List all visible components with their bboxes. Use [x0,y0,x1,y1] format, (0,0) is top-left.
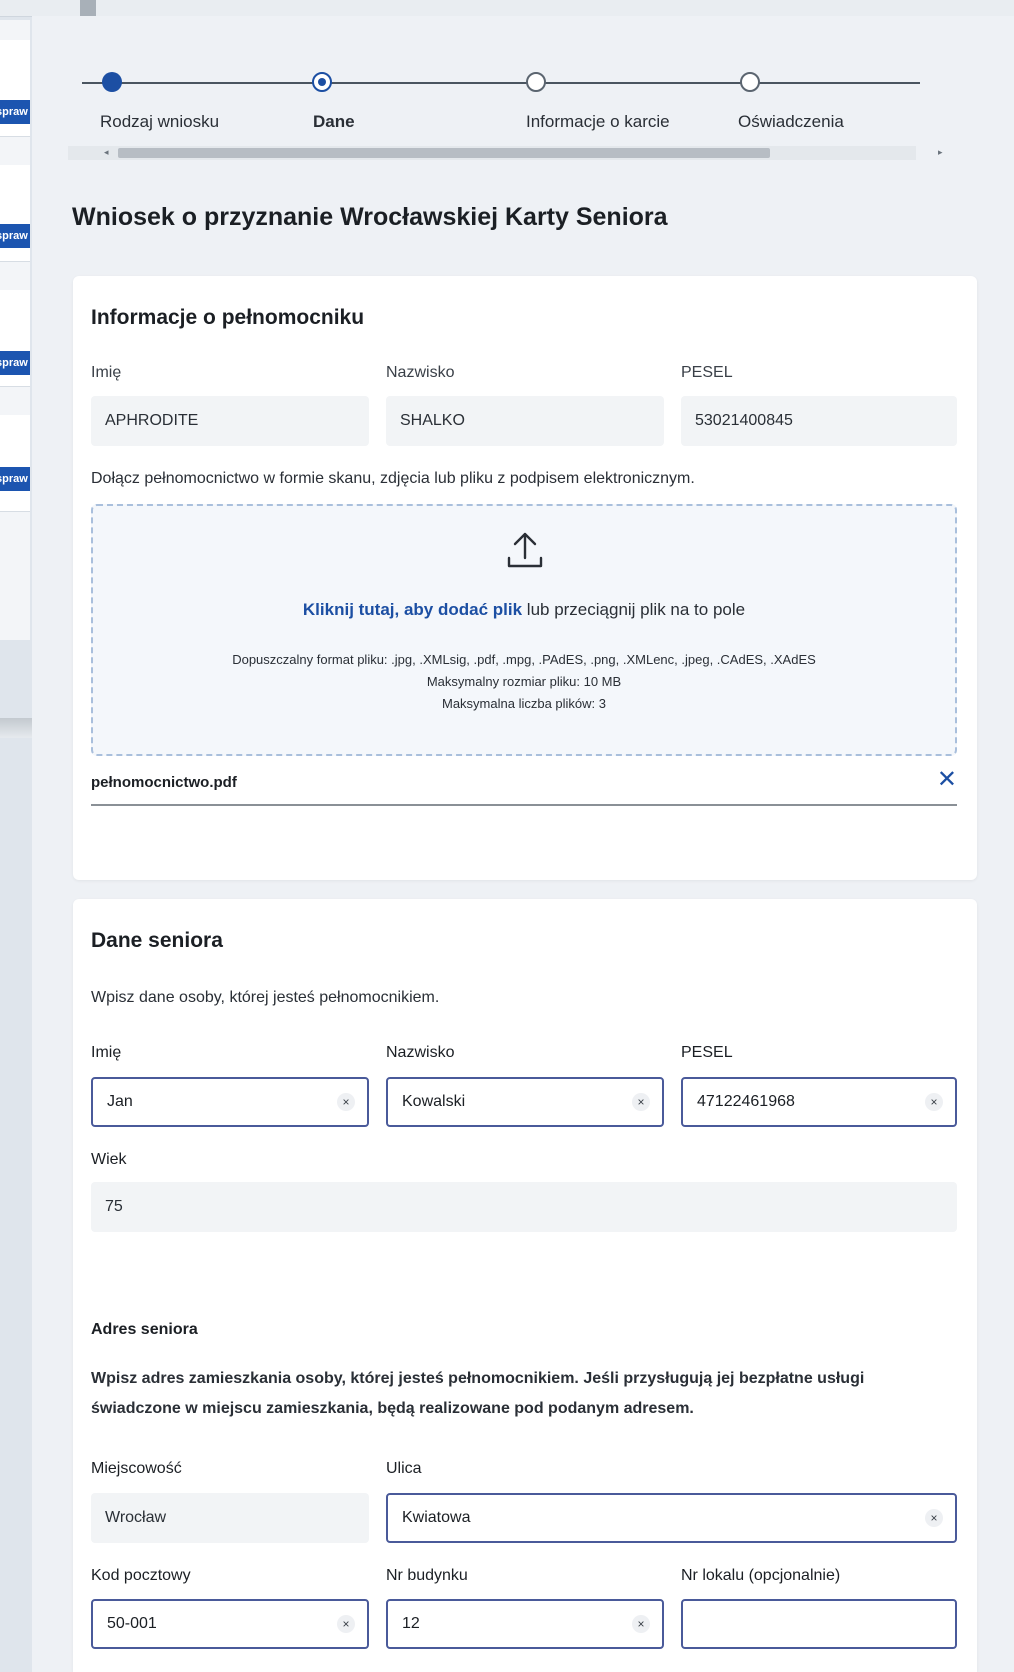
background-window-grip [80,0,96,16]
background-card [0,415,30,512]
senior-first-name-value: Jan [107,1093,133,1110]
senior-first-name-input[interactable]: Jan × [91,1077,369,1127]
address-instruction-line1: Wpisz adres zamieszkania osoby, której j… [91,1370,865,1387]
street-value: Kwiatowa [402,1509,471,1526]
step-label-dane[interactable]: Dane [313,112,355,132]
proxy-last-name-value: SHALKO [386,396,664,446]
proxy-section-title: Informacje o pełnomocniku [91,306,365,329]
building-number-label: Nr budynku [386,1567,468,1584]
building-number-input[interactable]: 12 × [386,1599,664,1649]
step-label-informacje-o-karcie: Informacje o karcie [526,112,670,131]
postal-code-input[interactable]: 50-001 × [91,1599,369,1649]
city-label: Miejscowość [91,1460,182,1477]
background-window-edge [0,718,32,738]
apartment-number-input[interactable] [681,1599,957,1649]
building-number-value: 12 [402,1615,420,1632]
clear-pesel-icon[interactable]: × [925,1093,943,1111]
scroll-right-arrow-icon[interactable]: ▸ [938,147,943,158]
senior-instruction: Wpisz dane osoby, której jesteś pełnomoc… [91,989,440,1006]
upload-cta-rest: lub przeciągnij plik na to pole [522,600,746,619]
senior-last-name-value: Kowalski [402,1093,466,1110]
proxy-info-card: Informacje o pełnomocniku Imię Nazwisko … [73,276,977,880]
step-node-current[interactable] [312,72,332,92]
uploaded-file-row: pełnomocnictwo.pdf ✕ [91,768,957,806]
clear-building-number-icon[interactable]: × [632,1615,650,1633]
background-button[interactable]: spraw [0,467,30,491]
upload-icon[interactable] [506,530,544,570]
senior-pesel-input[interactable]: 47122461968 × [681,1077,957,1127]
upload-cta: Kliknij tutaj, aby dodać plik lub przeci… [93,600,955,620]
senior-address-heading: Adres seniora [91,1321,198,1338]
city-value: Wrocław [91,1493,369,1543]
step-node-todo [526,72,546,92]
senior-pesel-label: PESEL [681,1044,733,1061]
background-button[interactable]: spraw [0,351,30,375]
senior-section-title: Dane seniora [91,929,223,952]
scroll-left-arrow-icon[interactable]: ◂ [104,147,109,158]
step-label-rodzaj-wniosku[interactable]: Rodzaj wniosku [100,112,219,132]
file-dropzone[interactable]: Kliknij tutaj, aby dodać plik lub przeci… [91,504,957,756]
background-window-left-column: spraw spraw spraw spraw [0,20,30,640]
page-title: Wniosek o przyznanie Wrocławskiej Karty … [72,203,668,231]
proxy-first-name-label: Imię [91,364,122,381]
add-file-link[interactable]: Kliknij tutaj, aby dodać plik [303,600,522,619]
max-file-size: Maksymalny rozmiar pliku: 10 MB [426,674,622,689]
senior-pesel-value: 47122461968 [697,1093,795,1110]
senior-age-value: 75 [91,1182,957,1232]
proxy-first-name-value: APHRODITE [91,396,369,446]
clear-first-name-icon[interactable]: × [337,1093,355,1111]
senior-age-label: Wiek [91,1151,127,1168]
background-window-topbar [0,0,1014,17]
street-input[interactable]: Kwiatowa × [386,1493,957,1543]
max-file-count: Maksymalna liczba plików: 3 [441,696,606,711]
address-instruction-line2: świadczone w miejscu zamieszkania, będą … [91,1400,694,1417]
clear-street-icon[interactable]: × [925,1509,943,1527]
stepper-line [82,82,920,84]
street-label: Ulica [386,1460,422,1477]
senior-first-name-label: Imię [91,1044,122,1061]
attach-instruction: Dołącz pełnomocnictwo w formie skanu, zd… [91,470,695,487]
senior-last-name-input[interactable]: Kowalski × [386,1077,664,1127]
proxy-pesel-label: PESEL [681,364,733,381]
step-node-done[interactable] [102,72,122,92]
stepper-scrollbar[interactable]: ◂ ▸ [68,146,943,160]
senior-last-name-label: Nazwisko [386,1044,455,1061]
senior-data-card: Dane seniora Wpisz dane osoby, której je… [73,899,977,1672]
background-button[interactable]: spraw [0,224,30,248]
proxy-pesel-value: 53021400845 [681,396,957,446]
clear-last-name-icon[interactable]: × [632,1093,650,1111]
step-label-oswiadczenia: Oświadczenia [738,112,844,131]
remove-file-close-icon[interactable]: ✕ [937,768,957,792]
step-node-todo [740,72,760,92]
apartment-number-label: Nr lokalu (opcjonalnie) [681,1567,841,1584]
postal-code-value: 50-001 [107,1615,157,1632]
allowed-formats: Dopuszczalny format pliku: .jpg, .XMLsig… [232,652,816,667]
background-button[interactable]: spraw [0,100,30,124]
clear-postal-code-icon[interactable]: × [337,1615,355,1633]
scrollbar-thumb[interactable] [118,148,770,158]
uploaded-file-name: pełnomocnictwo.pdf [91,774,237,791]
progress-stepper: Rodzaj wniosku Dane Informacje o karcie … [68,52,968,162]
proxy-last-name-label: Nazwisko [386,364,455,381]
postal-code-label: Kod pocztowy [91,1567,191,1584]
